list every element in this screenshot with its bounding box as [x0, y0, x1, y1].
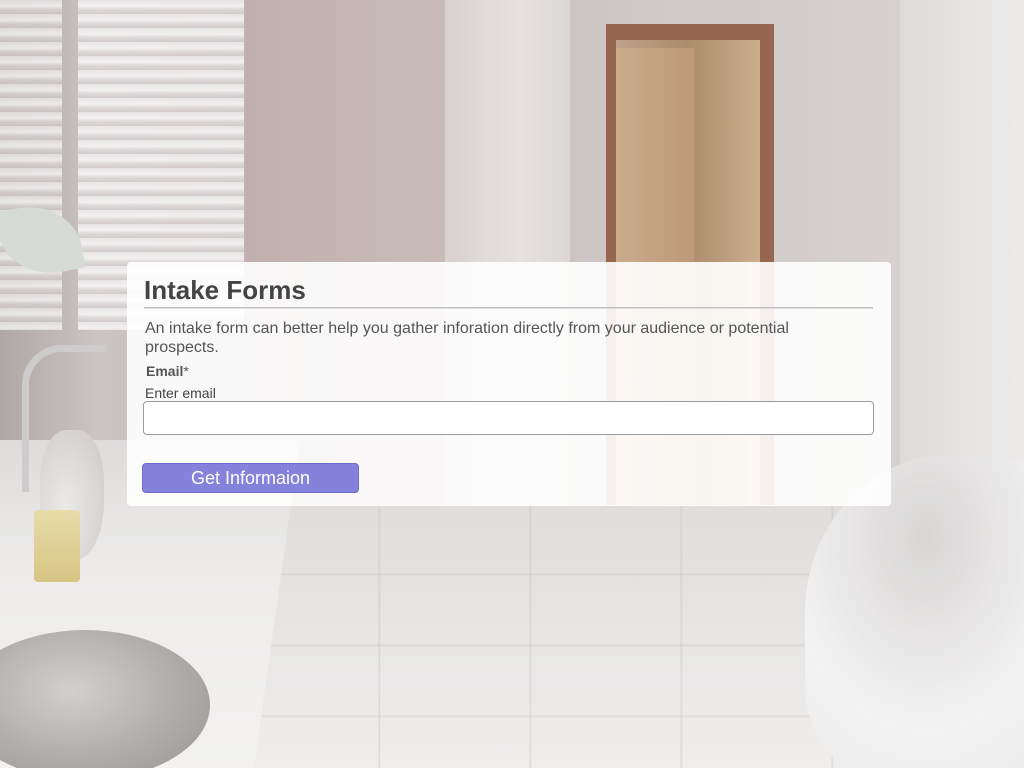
form-description: An intake form can better help you gathe… [145, 320, 789, 356]
bathroom-background: Intake Forms An intake form can better h… [0, 0, 1024, 768]
get-information-button[interactable]: Get Informaion [142, 463, 359, 493]
email-input[interactable] [143, 401, 874, 435]
required-marker: * [183, 363, 189, 379]
email-label: Email* [146, 363, 874, 379]
email-label-text: Email [146, 363, 184, 379]
intake-form-card: Intake Forms An intake form can better h… [127, 262, 891, 506]
title-divider [144, 307, 873, 309]
email-hint-label: Enter email [145, 385, 216, 401]
form-title: Intake Forms [144, 275, 306, 305]
